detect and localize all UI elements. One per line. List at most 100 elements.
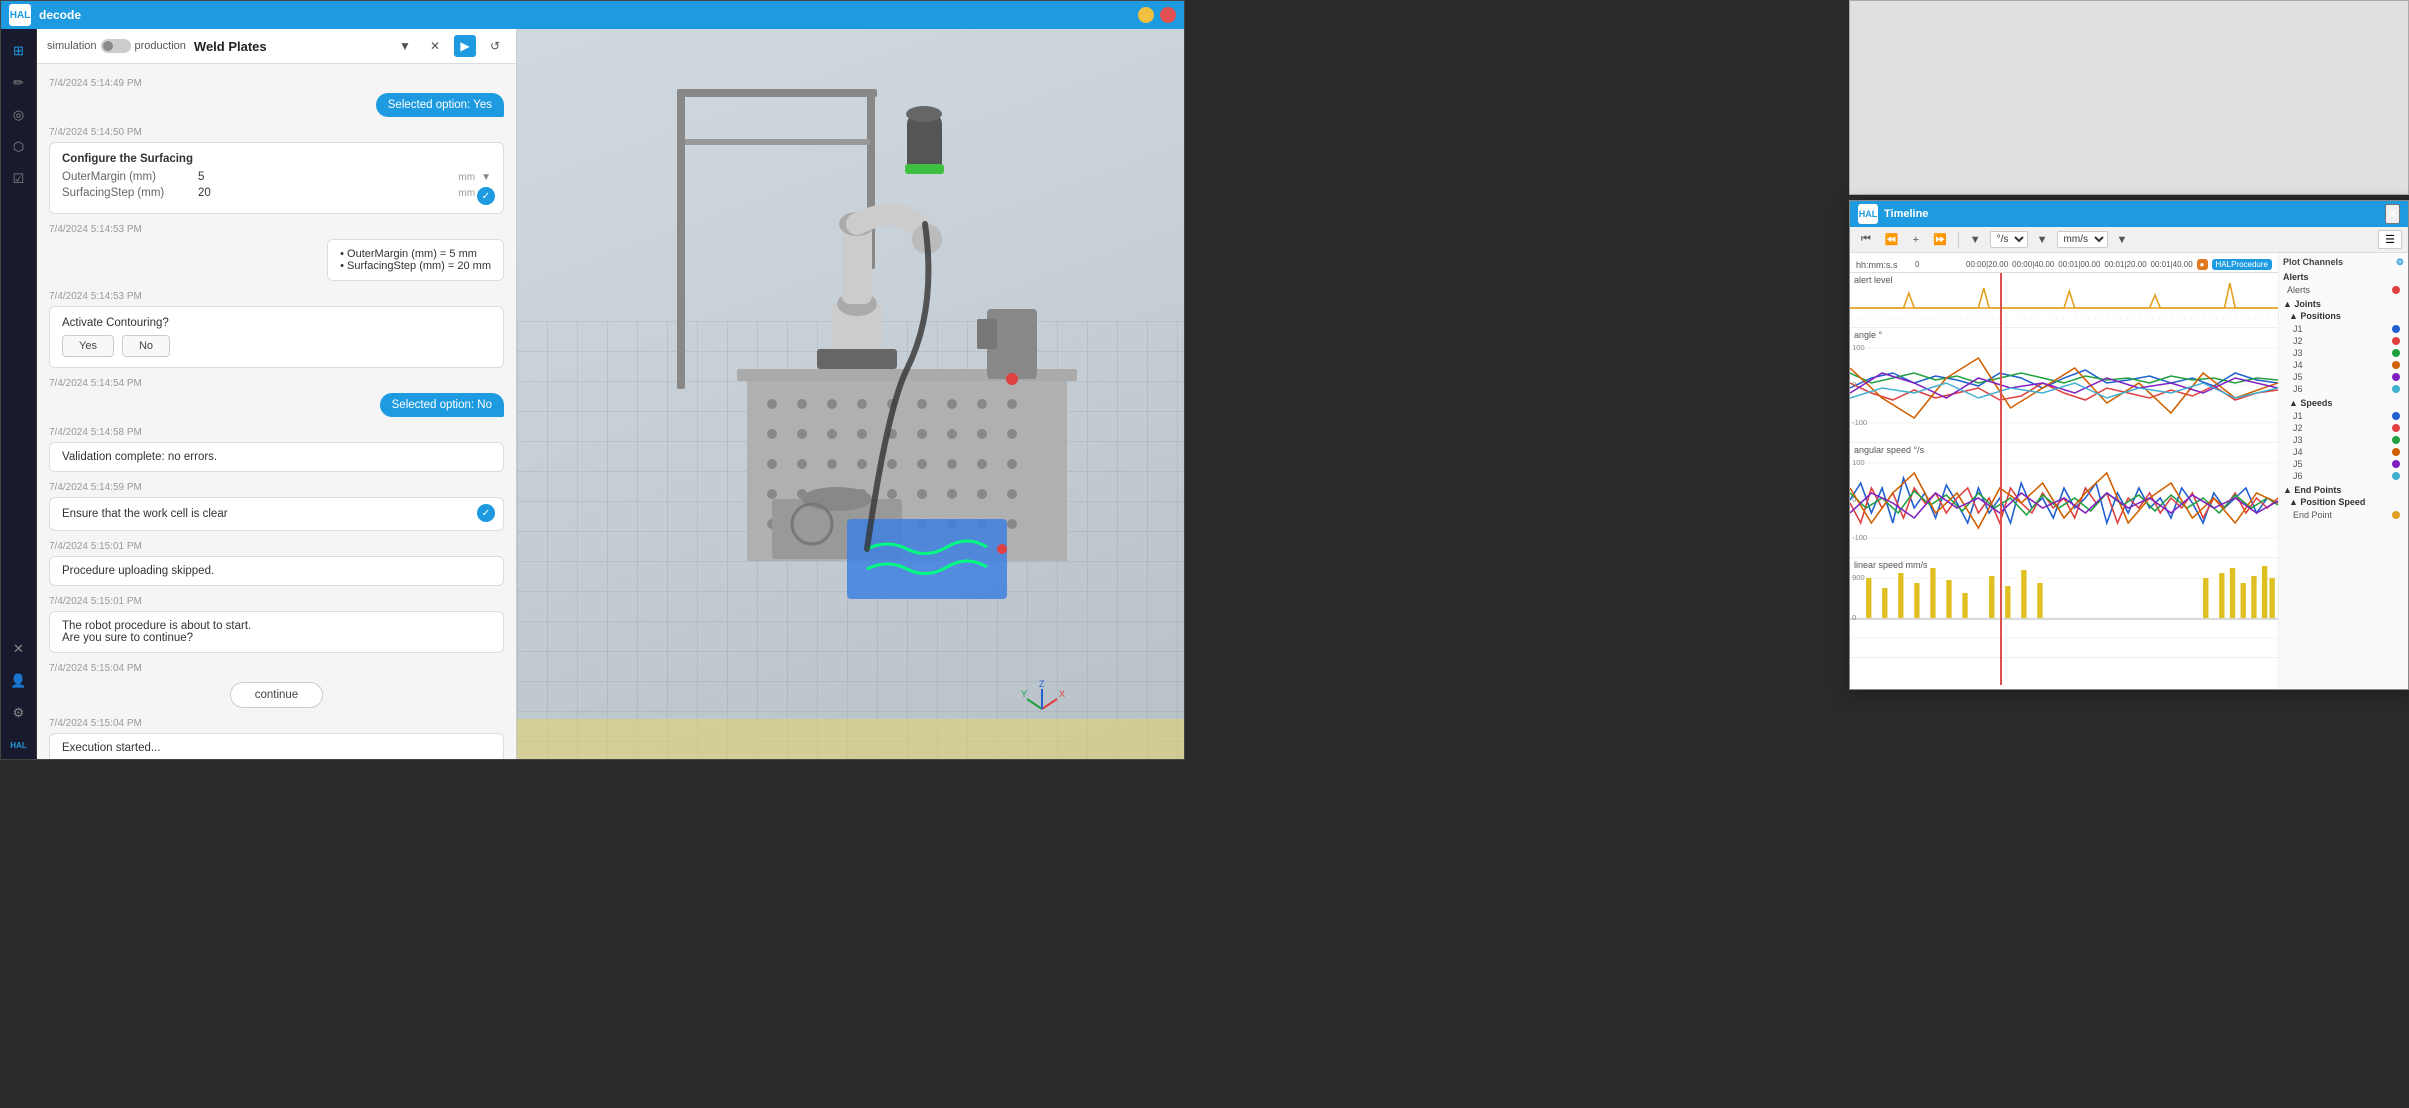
svg-text:900: 900 xyxy=(1852,573,1864,582)
no-button[interactable]: No xyxy=(122,335,170,357)
tl-add-button[interactable]: + xyxy=(1908,232,1924,248)
sidebar-icon-check[interactable]: ☑ xyxy=(5,165,33,193)
confirm-check-1: ✓ xyxy=(477,187,495,205)
tl-next-button[interactable]: ⏩ xyxy=(1928,231,1952,248)
tl-unit-toggle[interactable]: ▼ xyxy=(2112,232,2133,248)
j4-dot xyxy=(2392,361,2400,369)
play-button[interactable]: ▶ xyxy=(454,35,476,57)
timeline-title-bar: HAL Timeline ✕ xyxy=(1850,201,2408,227)
sidebar-icon-grid[interactable]: ⊞ xyxy=(5,37,33,65)
chart-scroll[interactable]: alert level angle ° xyxy=(1850,273,2278,685)
linear-speed-chart: 900 0 xyxy=(1850,558,2278,658)
program-title: Weld Plates xyxy=(194,39,386,54)
endpoint-dot xyxy=(2392,511,2400,519)
surfacing-step-row: SurfacingStep (mm) 20 mm ▼ xyxy=(62,187,491,199)
validation-message: Validation complete: no errors. xyxy=(49,442,504,472)
window-controls xyxy=(1138,7,1176,23)
reset-button[interactable]: ↺ xyxy=(484,35,506,57)
surfacing-step-value: 20 xyxy=(198,187,452,199)
svg-text:100: 100 xyxy=(1852,458,1864,467)
outer-margin-value: 5 xyxy=(198,171,452,183)
timestamp-9: 7/4/2024 5:15:01 PM xyxy=(49,596,504,607)
timestamp-6: 7/4/2024 5:14:58 PM xyxy=(49,427,504,438)
tl-unit-select[interactable]: mm/s xyxy=(2057,231,2108,248)
time-display: hh:mm:s.s xyxy=(1856,260,1911,270)
tl-item-endpoint: End Point xyxy=(2289,509,2404,521)
minimize-button[interactable] xyxy=(1138,7,1154,23)
sidebar-icons: ⊞ ✏ ◎ ⬡ ☑ ✕ 👤 ⚙ HAL xyxy=(1,29,37,759)
j6-spd-dot xyxy=(2392,472,2400,480)
hal-logo: HAL xyxy=(9,4,31,26)
endpoints-pos-speed: ▲ Position Speed End Point xyxy=(2283,497,2404,521)
app-title: decode xyxy=(39,8,81,22)
angular-speed-label: angular speed °/s xyxy=(1854,445,1924,455)
svg-text:X: X xyxy=(1059,689,1065,699)
top-right-panel xyxy=(1849,0,2409,195)
floor-indicator xyxy=(517,719,1184,759)
sidebar-icon-edit[interactable]: ✏ xyxy=(5,69,33,97)
tl-item-j2-pos: J2 xyxy=(2289,335,2404,347)
orange-badge: ● xyxy=(2197,259,2208,270)
production-label: production xyxy=(135,40,186,52)
tl-item-alerts: Alerts xyxy=(2283,284,2404,296)
close-x-button[interactable]: ✕ xyxy=(424,35,446,57)
tl-item-j4-pos: J4 xyxy=(2289,359,2404,371)
outer-margin-dropdown[interactable]: ▼ xyxy=(481,172,491,183)
toggle-pill[interactable] xyxy=(101,39,131,53)
tl-speed-down[interactable]: ▼ xyxy=(1965,232,1986,248)
tl-item-j3-spd: J3 xyxy=(2289,434,2404,446)
timeline-title: Timeline xyxy=(1884,208,2379,220)
sidebar-hal-badge: HAL xyxy=(5,731,33,759)
joints-group-title: ▲ Joints xyxy=(2283,299,2404,309)
timestamp-4: 7/4/2024 5:14:53 PM xyxy=(49,291,504,302)
sidebar-icon-hex[interactable]: ⬡ xyxy=(5,133,33,161)
tl-item-j6-pos: J6 xyxy=(2289,383,2404,395)
sidebar-icon-close[interactable]: ✕ xyxy=(5,635,33,663)
timestamp-1: 7/4/2024 5:14:49 PM xyxy=(49,78,504,89)
sim-prod-toggle[interactable]: simulation production xyxy=(47,39,186,53)
sidebar-icon-target[interactable]: ◎ xyxy=(5,101,33,129)
timestamp-8: 7/4/2024 5:15:01 PM xyxy=(49,541,504,552)
procedure-badge: HALProcedure xyxy=(2212,259,2272,270)
outer-margin-label: OuterMargin (mm) xyxy=(62,171,192,183)
outer-margin-unit: mm xyxy=(458,172,475,183)
linear-speed-section: linear speed mm/s xyxy=(1850,558,2278,658)
sidebar-icon-settings[interactable]: ⚙ xyxy=(5,699,33,727)
tl-menu-button[interactable]: ☰ xyxy=(2378,230,2402,249)
endpoints-title: ▲ End Points xyxy=(2283,485,2404,495)
j4-spd-dot xyxy=(2392,448,2400,456)
time-m3: 00:01|00.00 xyxy=(2058,260,2100,269)
j3-spd-dot xyxy=(2392,436,2400,444)
main-window: HAL decode ⊞ ✏ ◎ ⬡ ☑ ✕ 👤 ⚙ HAL simulati xyxy=(0,0,1185,760)
timestamp-2: 7/4/2024 5:14:50 PM xyxy=(49,127,504,138)
timeline-close-button[interactable]: ✕ xyxy=(2385,204,2400,224)
info-line-1: • OuterMargin (mm) = 5 mm xyxy=(340,248,491,260)
angle-chart: 100 0 -100 xyxy=(1850,328,2278,443)
j1-dot xyxy=(2392,325,2400,333)
close-button[interactable] xyxy=(1160,7,1176,23)
j5-dot xyxy=(2392,373,2400,381)
svg-text:0: 0 xyxy=(1852,613,1856,622)
timeline-content: hh:mm:s.s 0 00:00|20.00 00:00|40.00 00:0… xyxy=(1850,253,2408,689)
speeds-title: ▲ Speeds xyxy=(2289,398,2404,408)
sidebar-settings-icon[interactable]: ⚙ xyxy=(2396,257,2404,268)
tl-sep-1 xyxy=(1958,232,1959,248)
tl-item-j1-pos: J1 xyxy=(2289,323,2404,335)
window-body: ⊞ ✏ ◎ ⬡ ☑ ✕ 👤 ⚙ HAL simulation productio… xyxy=(1,29,1184,759)
joints-positions: ▲ Positions J1 J2 J3 J4 xyxy=(2283,311,2404,395)
tl-rewind-button[interactable]: ⏮ xyxy=(1856,231,1876,248)
j3-dot xyxy=(2392,349,2400,357)
sidebar-icon-user[interactable]: 👤 xyxy=(5,667,33,695)
chat-messages[interactable]: 7/4/2024 5:14:49 PM Selected option: Yes… xyxy=(37,64,516,759)
chat-panel: simulation production Weld Plates ▼ ✕ ▶ … xyxy=(37,29,517,759)
yes-button[interactable]: Yes xyxy=(62,335,114,357)
dropdown-button[interactable]: ▼ xyxy=(394,35,416,57)
continue-button[interactable]: continue xyxy=(230,682,323,708)
tl-speed-up[interactable]: ▼ xyxy=(2032,232,2053,248)
chat-header: simulation production Weld Plates ▼ ✕ ▶ … xyxy=(37,29,516,64)
tl-item-j1-spd: J1 xyxy=(2289,410,2404,422)
tl-speed-select[interactable]: °/s xyxy=(1990,231,2028,248)
alerts-group-title: Alerts xyxy=(2283,272,2404,282)
timeline-chart-area: hh:mm:s.s 0 00:00|20.00 00:00|40.00 00:0… xyxy=(1850,253,2278,689)
tl-prev-button[interactable]: ⏪ xyxy=(1880,231,1904,248)
